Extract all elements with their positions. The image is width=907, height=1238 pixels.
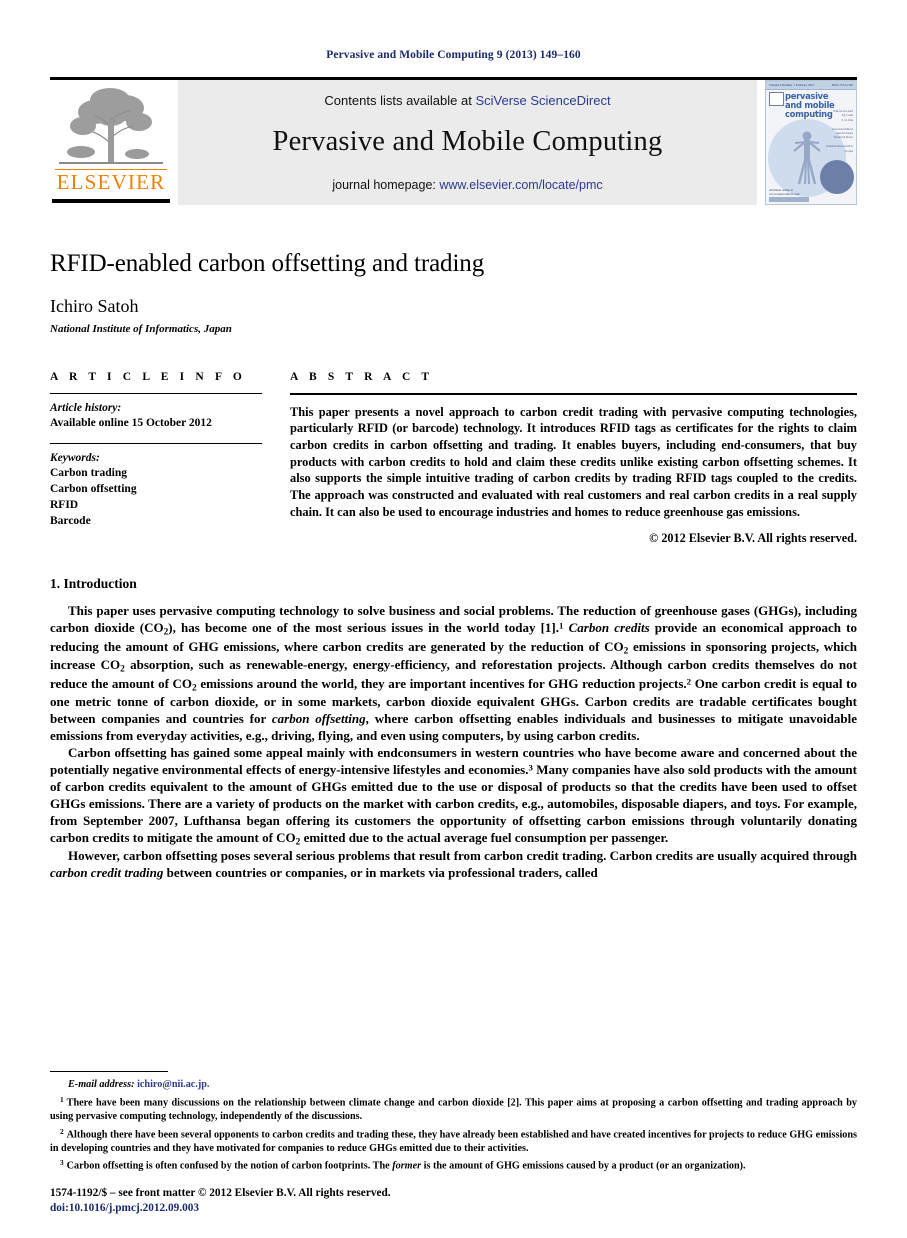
info-abstract-region: A R T I C L E I N F O Article history: A… — [50, 371, 857, 547]
introduction-section: 1. Introduction This paper uses pervasiv… — [50, 576, 857, 882]
elsevier-tree-icon — [59, 88, 163, 165]
article-history-group: Article history: Available online 15 Oct… — [50, 402, 262, 432]
section-heading: 1. Introduction — [50, 576, 137, 592]
journal-banner: Contents lists available at SciVerse Sci… — [178, 80, 757, 205]
cover-volume-text: Volume 9 Number 1 February 2013 — [769, 83, 815, 87]
homepage-line: journal homepage: www.elsevier.com/locat… — [332, 178, 602, 192]
page-footer: 1574-1192/$ – see front matter © 2012 El… — [50, 1186, 391, 1217]
cover-accent-shape — [820, 160, 854, 194]
front-matter-line: 1574-1192/$ – see front matter © 2012 El… — [50, 1186, 391, 1199]
footnote-number: 1 — [60, 1095, 64, 1105]
cover-footer-text: Available online at www.sciencedirect.co… — [769, 188, 800, 196]
keywords-label: Keywords: — [50, 452, 100, 465]
journal-title: Pervasive and Mobile Computing — [272, 126, 663, 157]
keywords-rule — [50, 443, 262, 445]
keyword-item: RFID — [50, 499, 79, 512]
abstract-rule — [290, 392, 857, 395]
running-head: Pervasive and Mobile Computing 9 (2013) … — [326, 49, 581, 61]
paper-page: Pervasive and Mobile Computing 9 (2013) … — [0, 0, 907, 1238]
article-history-label: Article history: — [50, 401, 122, 414]
footnote-item: 3 Carbon offsetting is often confused by … — [60, 1158, 746, 1172]
journal-cover-thumbnail[interactable]: Volume 9 Number 1 February 2013 ISSN 157… — [765, 80, 857, 205]
article-history-value: Available online 15 October 2012 — [50, 416, 212, 429]
footnote-number: 3 — [60, 1158, 64, 1168]
cover-topbar: Volume 9 Number 1 February 2013 ISSN 157… — [766, 81, 856, 90]
contents-prefix: Contents lists available at — [324, 93, 476, 108]
body-paragraph: Carbon offsetting has gained some appeal… — [50, 745, 857, 848]
footnotes-region: E-mail address: ichiro@nii.ac.jp. 1 There… — [50, 1071, 857, 1176]
article-info-label: A R T I C L E I N F O — [50, 370, 246, 383]
footnote-number: 2 — [60, 1126, 64, 1136]
keyword-item: Carbon trading — [50, 467, 127, 480]
cover-issn-text: ISSN 1574-1192 — [831, 83, 853, 87]
body-paragraph: However, carbon offsetting poses several… — [50, 848, 857, 881]
author-name: Ichiro Satoh — [50, 295, 139, 316]
author-affiliation: National Institute of Informatics, Japan — [50, 322, 232, 335]
email-link[interactable]: ichiro@nii.ac.jp. — [137, 1079, 209, 1090]
title-block: RFID-enabled carbon offsetting and tradi… — [50, 249, 857, 335]
vitruvian-man-icon — [793, 131, 821, 185]
elsevier-wordmark: ELSEVIER — [55, 169, 167, 194]
footnote-list: 1 There have been many discussions on the… — [50, 1095, 857, 1173]
journal-masthead: ELSEVIER Contents lists available at Sci… — [50, 77, 857, 209]
article-info-column: A R T I C L E I N F O Article history: A… — [50, 371, 290, 547]
footnote-rule — [50, 1071, 168, 1073]
cover-footer: Available online at www.sciencedirect.co… — [769, 188, 809, 202]
homepage-prefix: journal homepage: — [332, 178, 440, 192]
abstract-column: A B S T R A C T This paper presents a no… — [290, 371, 857, 547]
doi-link[interactable]: doi:10.1016/j.pmcj.2012.09.003 — [50, 1201, 391, 1216]
elsevier-logo: ELSEVIER — [50, 80, 172, 209]
abstract-label: A B S T R A C T — [290, 370, 434, 383]
footnote-item: 1 There have been many discussions on the… — [50, 1095, 857, 1123]
journal-homepage-link[interactable]: www.elsevier.com/locate/pmc — [439, 178, 602, 192]
keyword-item: Barcode — [50, 514, 91, 527]
cover-editor-lines: Editors-in-Chief M. Conti S. K. Das Asso… — [826, 109, 853, 153]
body-paragraphs: This paper uses pervasive computing tech… — [50, 603, 857, 882]
cover-publisher-mark — [769, 92, 784, 106]
abstract-copyright: © 2012 Elsevier B.V. All rights reserved… — [649, 531, 857, 546]
contents-line: Contents lists available at SciVerse Sci… — [324, 93, 610, 108]
footnote-email-label: E-mail address: — [68, 1079, 135, 1091]
page-title: RFID-enabled carbon offsetting and tradi… — [50, 250, 485, 277]
footnote-email: E-mail address: ichiro@nii.ac.jp. — [68, 1079, 857, 1090]
keywords-group: Keywords: Carbon trading Carbon offsetti… — [50, 452, 262, 529]
sciencedirect-link[interactable]: SciVerse ScienceDirect — [475, 93, 610, 108]
footnote-item: 2 Although there have been several oppone… — [50, 1126, 857, 1154]
elsevier-underbar — [52, 199, 170, 203]
keyword-item: Carbon offsetting — [50, 483, 137, 496]
abstract-text: This paper presents a novel approach to … — [290, 404, 857, 519]
cover-footer-bar — [769, 197, 809, 202]
body-paragraph: This paper uses pervasive computing tech… — [50, 603, 858, 744]
article-info-rule — [50, 392, 262, 394]
